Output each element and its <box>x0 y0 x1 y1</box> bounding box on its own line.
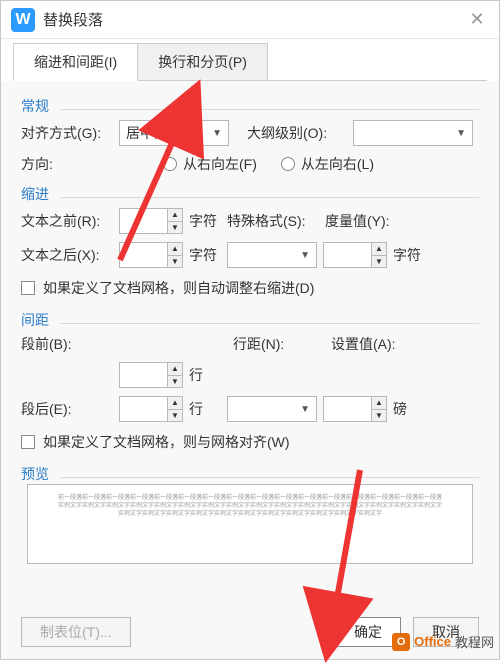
indent-grid-checkbox[interactable]: 如果定义了文档网格，则自动调整右缩进(D) <box>21 272 479 304</box>
space-after-spinner[interactable]: ▲▼ <box>119 396 183 422</box>
unit-char: 字符 <box>189 245 221 265</box>
dialog-footer: 制表位(T)... 确定 取消 <box>1 617 499 647</box>
indent-after-label: 文本之后(X): <box>21 245 113 265</box>
alignment-select[interactable]: 居中对齐 ▼ <box>119 120 229 146</box>
setvalue-spinner[interactable]: ▲▼ <box>323 396 387 422</box>
tab-indent-spacing[interactable]: 缩进和间距(I) <box>13 43 138 81</box>
space-before-input[interactable] <box>119 362 167 388</box>
titlebar: W 替换段落 ✕ <box>1 1 499 39</box>
checkbox-icon <box>21 281 35 295</box>
dialog-window: W 替换段落 ✕ 缩进和间距(I) 换行和分页(P) 常规 对齐方式(G): 居… <box>0 0 500 660</box>
outline-label: 大纲级别(O): <box>247 123 347 143</box>
special-select[interactable]: ▼ <box>227 242 317 268</box>
app-icon: W <box>11 8 35 32</box>
group-preview-label: 预览 <box>21 458 479 486</box>
close-button[interactable]: ✕ <box>465 8 489 32</box>
spin-up-icon[interactable]: ▲ <box>168 397 182 410</box>
spin-up-icon[interactable]: ▲ <box>168 243 182 256</box>
indent-after-input[interactable] <box>119 242 167 268</box>
indent-before-input[interactable] <box>119 208 167 234</box>
unit-line: 行 <box>189 365 221 385</box>
space-after-label: 段后(E): <box>21 399 113 419</box>
spacing-grid-label: 如果定义了文档网格，则与网格对齐(W) <box>43 432 290 452</box>
alignment-value: 居中对齐 <box>126 123 182 143</box>
indent-before-spinner[interactable]: ▲▼ <box>119 208 183 234</box>
spin-up-icon[interactable]: ▲ <box>168 209 182 222</box>
group-spacing-label: 间距 <box>21 304 479 332</box>
radio-icon <box>163 157 177 171</box>
window-title: 替换段落 <box>43 9 465 30</box>
indent-grid-label: 如果定义了文档网格，则自动调整右缩进(D) <box>43 278 314 298</box>
spin-down-icon[interactable]: ▼ <box>168 256 182 268</box>
preview-text: 前一段落前一段落前一段落前一段落前一段落前一段落前一段落前一段落前一段落前一段落… <box>58 495 442 518</box>
special-label: 特殊格式(S): <box>227 211 319 231</box>
tab-line-page-breaks[interactable]: 换行和分页(P) <box>137 43 268 81</box>
chevron-down-icon: ▼ <box>300 404 310 415</box>
spin-down-icon[interactable]: ▼ <box>168 410 182 422</box>
space-before-spinner[interactable]: ▲▼ <box>119 362 183 388</box>
indent-before-label: 文本之前(R): <box>21 211 113 231</box>
spin-down-icon[interactable]: ▼ <box>372 410 386 422</box>
cancel-button[interactable]: 取消 <box>413 617 479 647</box>
unit-char: 字符 <box>189 211 221 231</box>
chevron-down-icon: ▼ <box>300 250 310 261</box>
unit-char: 字符 <box>393 245 425 265</box>
spacing-grid-checkbox[interactable]: 如果定义了文档网格，则与网格对齐(W) <box>21 426 479 458</box>
linespace-label: 行距(N): <box>233 334 325 354</box>
direction-rtl-radio[interactable]: 从右向左(F) <box>163 154 257 174</box>
tab-strip: 缩进和间距(I) 换行和分页(P) <box>1 39 499 81</box>
unit-line: 行 <box>189 399 221 419</box>
checkbox-icon <box>21 435 35 449</box>
indent-after-spinner[interactable]: ▲▼ <box>119 242 183 268</box>
spin-up-icon[interactable]: ▲ <box>372 397 386 410</box>
measure-label: 度量值(Y): <box>325 211 390 231</box>
linespace-select[interactable]: ▼ <box>227 396 317 422</box>
dialog-content: 常规 对齐方式(G): 居中对齐 ▼ 大纲级别(O): ▼ 方向: 从右向左(F… <box>1 82 499 576</box>
measure-input[interactable] <box>323 242 371 268</box>
direction-label: 方向: <box>21 154 91 174</box>
group-indent-label: 缩进 <box>21 178 479 206</box>
setvalue-label: 设置值(A): <box>331 334 396 354</box>
alignment-label: 对齐方式(G): <box>21 123 113 143</box>
spin-down-icon[interactable]: ▼ <box>168 222 182 234</box>
outline-select[interactable]: ▼ <box>353 120 473 146</box>
chevron-down-icon: ▼ <box>212 128 222 139</box>
space-before-label: 段前(B): <box>21 334 113 354</box>
ltr-label: 从左向右(L) <box>301 154 374 174</box>
chevron-down-icon: ▼ <box>456 128 466 139</box>
measure-spinner[interactable]: ▲▼ <box>323 242 387 268</box>
space-after-input[interactable] <box>119 396 167 422</box>
preview-box: 前一段落前一段落前一段落前一段落前一段落前一段落前一段落前一段落前一段落前一段落… <box>27 484 473 564</box>
group-general-label: 常规 <box>21 90 479 118</box>
spin-up-icon[interactable]: ▲ <box>168 363 182 376</box>
rtl-label: 从右向左(F) <box>183 154 257 174</box>
setvalue-input[interactable] <box>323 396 371 422</box>
spin-down-icon[interactable]: ▼ <box>372 256 386 268</box>
direction-ltr-radio[interactable]: 从左向右(L) <box>281 154 374 174</box>
spin-down-icon[interactable]: ▼ <box>168 376 182 388</box>
radio-icon <box>281 157 295 171</box>
unit-pt: 磅 <box>393 399 425 419</box>
ok-button[interactable]: 确定 <box>335 617 401 647</box>
tabstops-button[interactable]: 制表位(T)... <box>21 617 131 647</box>
spin-up-icon[interactable]: ▲ <box>372 243 386 256</box>
